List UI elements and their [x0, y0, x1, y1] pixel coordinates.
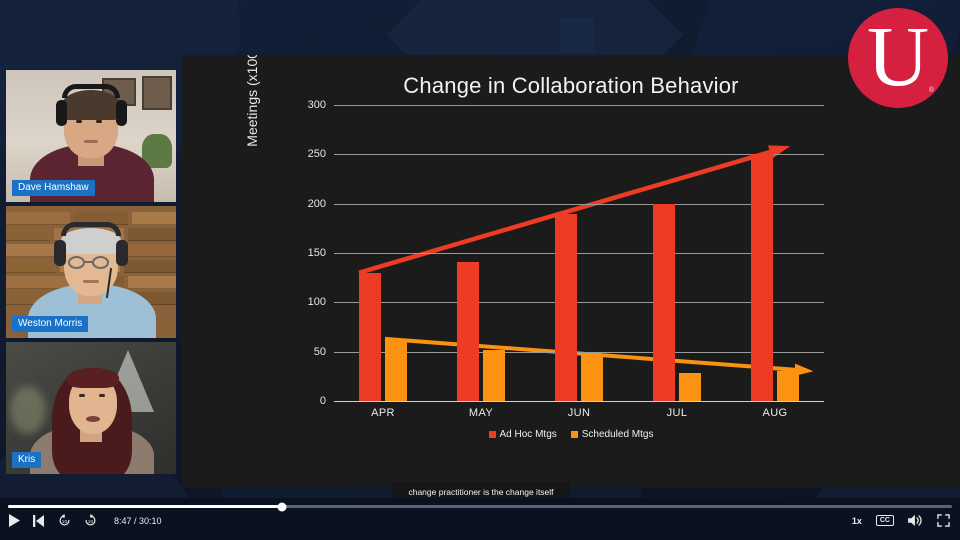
y-axis-tick: 250 — [307, 148, 326, 161]
next-button[interactable] — [33, 514, 45, 527]
closed-captions-button[interactable]: CC — [875, 514, 894, 527]
y-axis-tick: 0 — [319, 395, 326, 407]
participant-tiles: Dave Hamshaw Weston Morris Kris — [6, 70, 176, 474]
legend-item: Ad Hoc Mtgs — [488, 429, 557, 440]
progress-knob[interactable] — [277, 502, 287, 511]
chart-bar — [385, 339, 407, 401]
chart-bar — [679, 373, 701, 401]
chart-bar — [751, 154, 773, 401]
collaboration-behavior-chart: Meetings (x100k) 0 50 100 150 200 250 300 APR MA… — [182, 55, 960, 488]
x-axis-tick: JUN — [567, 407, 591, 419]
participant-name-label: Weston Morris — [12, 316, 89, 332]
legend-swatch — [488, 431, 496, 438]
video-tile-weston[interactable]: Weston Morris — [6, 206, 176, 338]
x-axis-line — [334, 401, 824, 402]
video-tile-dave[interactable]: Dave Hamshaw — [6, 70, 176, 202]
y-axis-tick: 150 — [307, 247, 326, 259]
brand-logo: U ® — [848, 8, 948, 108]
chart-bar — [555, 213, 577, 401]
chart-bar — [653, 203, 675, 401]
volume-button[interactable] — [908, 514, 923, 527]
chart-bar — [581, 353, 603, 401]
fullscreen-button[interactable] — [937, 514, 950, 527]
y-axis-tick: 50 — [313, 345, 326, 358]
y-axis-tick: 300 — [307, 99, 326, 111]
y-axis-tick: 100 — [307, 296, 326, 309]
x-axis-tick: APR — [371, 407, 395, 419]
chart-bar — [483, 349, 505, 401]
participant-name-label: Kris — [12, 452, 42, 468]
progress-bar[interactable] — [8, 502, 952, 511]
video-player-app: U ® Change in Collaboration Behavior Mee… — [0, 0, 960, 540]
logo-letter: U — [866, 8, 930, 104]
svg-text:10: 10 — [62, 519, 68, 525]
rewind-10-button[interactable]: 10 — [58, 514, 71, 527]
registered-trademark-icon: ® — [928, 87, 934, 94]
y-axis-tick: 200 — [307, 197, 326, 210]
svg-text:10: 10 — [88, 519, 94, 525]
chart-plot-area: 0 50 100 150 200 250 300 APR MAY JUN JUL AUG — [308, 99, 824, 419]
legend-label: Scheduled Mtgs — [581, 429, 654, 440]
legend-label: Ad Hoc Mtgs — [499, 429, 557, 440]
legend-swatch — [570, 431, 578, 438]
player-controls-right: 1x CC — [852, 514, 950, 527]
shared-slide: Change in Collaboration Behavior Meeting… — [182, 55, 960, 488]
player-controls: 10 10 8:47 / 30:10 1x CC — [0, 498, 960, 540]
player-controls-left: 10 10 8:47 / 30:10 — [8, 514, 162, 527]
forward-10-button[interactable]: 10 — [84, 514, 97, 527]
play-button[interactable] — [8, 514, 20, 527]
participant-name-label: Dave Hamshaw — [12, 180, 95, 196]
legend-item: Scheduled Mtgs — [570, 429, 654, 440]
video-tile-kris[interactable]: Kris — [6, 342, 176, 474]
chart-legend: Ad Hoc Mtgs Scheduled Mtgs — [182, 429, 960, 440]
progress-played — [8, 505, 282, 508]
x-axis-tick: AUG — [762, 407, 788, 419]
chart-bar — [457, 261, 479, 401]
gridline: 300 — [308, 99, 824, 111]
chart-bar — [359, 272, 381, 401]
time-display: 8:47 / 30:10 — [114, 515, 162, 526]
y-axis-label: Meetings (x100k) — [244, 55, 260, 147]
cc-icon: CC — [875, 514, 894, 527]
x-axis-tick: MAY — [468, 407, 494, 419]
chart-bar — [777, 371, 799, 401]
x-axis-tick: JUL — [666, 407, 688, 419]
